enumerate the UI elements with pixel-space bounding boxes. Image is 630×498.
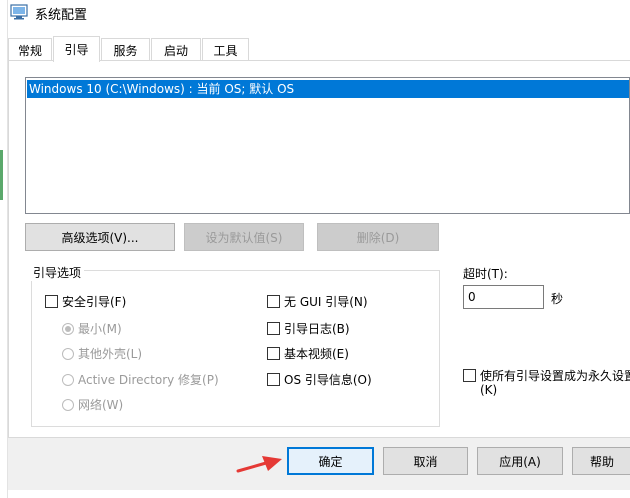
- tab-tools[interactable]: 工具: [202, 38, 249, 61]
- tab-boot[interactable]: 引导: [53, 36, 100, 62]
- alternate-shell-option[interactable]: 其他外壳(L): [62, 345, 142, 362]
- os-boot-info-option[interactable]: OS 引导信息(O): [267, 371, 372, 388]
- timeout-label: 超时(T):: [463, 267, 508, 281]
- boot-log-option[interactable]: 引导日志(B): [267, 320, 350, 337]
- base-video-label: 基本视频(E): [284, 347, 349, 361]
- network-label: 网络(W): [78, 398, 124, 412]
- no-gui-boot-option[interactable]: 无 GUI 引导(N): [267, 293, 368, 310]
- base-video-option[interactable]: 基本视频(E): [267, 345, 349, 362]
- alternate-shell-label: 其他外壳(L): [78, 347, 143, 361]
- boot-options-legend: 引导选项: [30, 264, 85, 281]
- permanent-settings-checkbox[interactable]: [463, 369, 476, 382]
- permanent-settings-label: 使所有引导设置成为永久设置: [480, 369, 630, 383]
- os-boot-info-label: OS 引导信息(O): [284, 373, 372, 387]
- apply-button[interactable]: 应用(A): [477, 447, 563, 475]
- set-default-button[interactable]: 设为默认值(S): [184, 223, 304, 251]
- no-gui-boot-label: 无 GUI 引导(N): [284, 295, 368, 309]
- minimal-option[interactable]: 最小(M): [62, 320, 122, 337]
- tab-startup[interactable]: 启动: [151, 38, 201, 61]
- boot-log-label: 引导日志(B): [284, 322, 350, 336]
- window-title: 系统配置: [35, 8, 88, 23]
- minimal-label: 最小(M): [78, 322, 122, 336]
- ad-repair-label: Active Directory 修复(P): [78, 373, 219, 387]
- safe-boot-label: 安全引导(F): [62, 295, 127, 309]
- network-option[interactable]: 网络(W): [62, 396, 123, 413]
- tab-strip: 常规 引导 服务 启动 工具: [8, 36, 630, 62]
- delete-button[interactable]: 删除(D): [317, 223, 439, 251]
- network-radio[interactable]: [62, 398, 74, 411]
- safe-boot-option[interactable]: 安全引导(F): [45, 293, 126, 310]
- permanent-settings-shortcut: (K): [480, 383, 498, 397]
- os-list[interactable]: Windows 10 (C:\Windows) : 当前 OS; 默认 OS: [25, 77, 630, 214]
- no-gui-boot-checkbox[interactable]: [267, 295, 280, 308]
- help-button[interactable]: 帮助: [572, 447, 630, 475]
- safe-boot-checkbox[interactable]: [45, 295, 58, 308]
- ad-repair-radio[interactable]: [62, 373, 74, 386]
- advanced-options-button[interactable]: 高级选项(V)...: [25, 223, 175, 251]
- alternate-shell-radio[interactable]: [62, 347, 74, 360]
- boot-log-checkbox[interactable]: [267, 322, 280, 335]
- background-accent: [0, 150, 3, 200]
- base-video-checkbox[interactable]: [267, 347, 280, 360]
- permanent-settings-option[interactable]: 使所有引导设置成为永久设置: [463, 367, 630, 384]
- title-bar: 系统配置: [8, 0, 630, 28]
- os-list-item[interactable]: Windows 10 (C:\Windows) : 当前 OS; 默认 OS: [27, 80, 629, 98]
- timeout-unit: 秒: [551, 292, 564, 306]
- timeout-input[interactable]: 0: [463, 285, 544, 309]
- ad-repair-option[interactable]: Active Directory 修复(P): [62, 371, 219, 388]
- minimal-radio[interactable]: [62, 322, 74, 335]
- cancel-button[interactable]: 取消: [383, 447, 468, 475]
- ok-button[interactable]: 确定: [287, 447, 374, 475]
- annotation-arrow-icon: [236, 456, 282, 473]
- tab-services[interactable]: 服务: [101, 38, 150, 61]
- background-window-edge: [0, 0, 8, 498]
- os-boot-info-checkbox[interactable]: [267, 373, 280, 386]
- system-config-icon: [10, 4, 28, 20]
- tab-general[interactable]: 常规: [8, 38, 52, 61]
